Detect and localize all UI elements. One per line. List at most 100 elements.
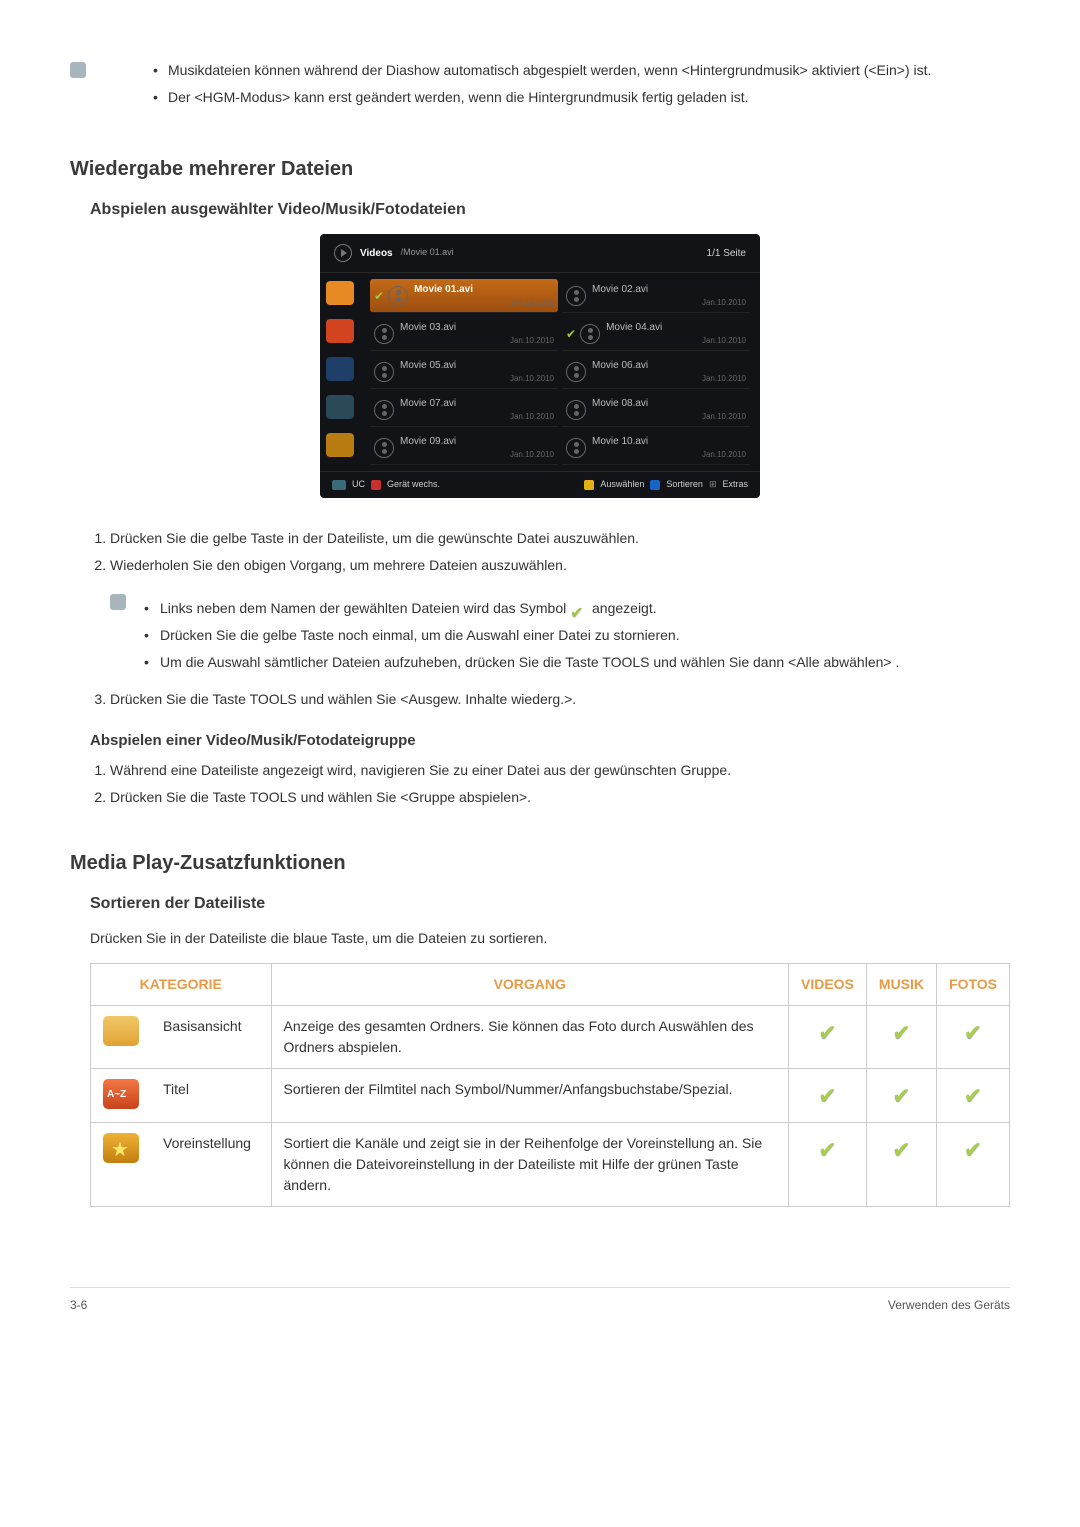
top-notes-list: Musikdateien können während der Diashow …	[118, 60, 931, 114]
th-videos: VIDEOS	[789, 964, 867, 1006]
file-date: Jan.10.2010	[400, 411, 554, 423]
sidebar	[320, 273, 360, 471]
file-name: Movie 10.avi	[592, 434, 746, 449]
az-sort-icon	[326, 319, 354, 343]
file-date: Jan.10.2010	[400, 373, 554, 385]
file-date: Jan.10.2010	[592, 449, 746, 461]
th-music: MUSIK	[866, 964, 936, 1006]
note-item: Der <HGM-Modus> kann erst geändert werde…	[118, 87, 931, 108]
note-icon	[70, 62, 86, 78]
sort-label: Sortieren	[666, 478, 703, 492]
select-label: Auswählen	[600, 478, 644, 492]
table-row: BasisansichtAnzeige des gesamten Ordners…	[91, 1006, 1010, 1069]
file-item: Movie 03.aviJan.10.2010	[370, 317, 558, 351]
check-icon	[892, 1090, 910, 1106]
device-change-label: Gerät wechs.	[387, 478, 440, 492]
page-number: 3-6	[70, 1296, 87, 1314]
steps-list-1b: Drücken Sie die Taste TOOLS und wählen S…	[70, 689, 1010, 710]
note-item: Links neben dem Namen der gewählten Date…	[138, 598, 899, 619]
folder-icon	[326, 281, 354, 305]
play-icon	[334, 244, 352, 262]
file-name: Movie 06.avi	[592, 358, 746, 373]
file-date: Jan.10.2010	[400, 335, 554, 347]
file-name: Movie 09.avi	[400, 434, 554, 449]
file-item: ✔Movie 01.aviJan.10.2010	[370, 279, 558, 313]
reel-icon	[388, 286, 408, 306]
operation-desc: Sortiert die Kanäle und zeigt sie in der…	[271, 1123, 789, 1207]
check-icon	[964, 1144, 982, 1160]
file-item: Movie 09.aviJan.10.2010	[370, 431, 558, 465]
check-icon	[570, 602, 588, 616]
file-grid: ✔Movie 01.aviJan.10.2010Movie 02.aviJan.…	[360, 273, 760, 471]
section-desc: Drücken Sie in der Dateiliste die blaue …	[90, 928, 990, 949]
sort-table: KATEGORIE VORGANG VIDEOS MUSIK FOTOS Bas…	[90, 963, 1010, 1207]
category-name: Voreinstellung	[151, 1123, 271, 1207]
operation-desc: Anzeige des gesamten Ordners. Sie können…	[271, 1006, 789, 1069]
reel-icon	[374, 438, 394, 458]
file-name: Movie 03.avi	[400, 320, 554, 335]
check-icon	[964, 1090, 982, 1106]
red-button-icon	[371, 480, 381, 490]
reel-icon	[566, 400, 586, 420]
check-icon	[818, 1090, 836, 1106]
file-date: Jan.10.2010	[592, 373, 746, 385]
file-date: Jan.10.2010	[400, 449, 554, 461]
check-icon	[964, 1027, 982, 1043]
file-item: Movie 08.aviJan.10.2010	[562, 393, 750, 427]
file-item: Movie 07.aviJan.10.2010	[370, 393, 558, 427]
step-item: Drücken Sie die Taste TOOLS und wählen S…	[110, 787, 1010, 808]
file-item: ✔ Movie 04.aviJan.10.2010	[562, 317, 750, 351]
note-item: Musikdateien können während der Diashow …	[118, 60, 931, 81]
file-item: Movie 05.aviJan.10.2010	[370, 355, 558, 389]
section-subtitle: Abspielen ausgewählter Video/Musik/Fotod…	[90, 198, 1010, 222]
group-title: Abspielen einer Video/Musik/Fotodateigru…	[90, 730, 1010, 753]
file-date: Jan.10.2010	[606, 335, 746, 347]
favorite-icon	[326, 433, 354, 457]
blue-button-icon	[650, 480, 660, 490]
check-icon: ✔	[374, 287, 384, 305]
step-item: Drücken Sie die Taste TOOLS und wählen S…	[110, 689, 1010, 710]
step-item: Während eine Dateiliste angezeigt wird, …	[110, 760, 1010, 781]
operation-desc: Sortieren der Filmtitel nach Symbol/Numm…	[271, 1069, 789, 1123]
folder-icon	[103, 1016, 139, 1046]
step-item: Drücken Sie die gelbe Taste in der Datei…	[110, 528, 1010, 549]
breadcrumb: /Movie 01.avi	[401, 246, 454, 260]
star-icon	[103, 1133, 139, 1163]
th-operation: VORGANG	[271, 964, 789, 1006]
check-icon	[818, 1144, 836, 1160]
reel-icon	[374, 362, 394, 382]
file-browser-screenshot: Videos /Movie 01.avi 1/1 Seite ✔Movie 01…	[320, 234, 760, 498]
check-icon: ✔	[566, 325, 576, 343]
th-photos: FOTOS	[937, 964, 1010, 1006]
calendar-icon	[326, 357, 354, 381]
section-title: Media Play-Zusatzfunktionen	[70, 848, 1010, 878]
reel-icon	[374, 324, 394, 344]
page-indicator: 1/1 Seite	[707, 246, 746, 261]
file-name: Movie 05.avi	[400, 358, 554, 373]
device-icon	[332, 480, 346, 490]
category-name: Basisansicht	[151, 1006, 271, 1069]
inner-notes: Links neben dem Namen der gewählten Date…	[138, 592, 899, 679]
file-item: Movie 02.aviJan.10.2010	[562, 279, 750, 313]
reel-icon	[566, 438, 586, 458]
file-name: Movie 07.avi	[400, 396, 554, 411]
file-item: Movie 10.aviJan.10.2010	[562, 431, 750, 465]
extras-label: Extras	[722, 478, 748, 492]
file-name: Movie 04.avi	[606, 320, 746, 335]
note-icon	[110, 594, 126, 610]
yellow-button-icon	[584, 480, 594, 490]
az-icon	[103, 1079, 139, 1109]
device-btn: UC	[352, 478, 365, 492]
table-row: TitelSortieren der Filmtitel nach Symbol…	[91, 1069, 1010, 1123]
reel-icon	[374, 400, 394, 420]
file-date: Jan.10.2010	[592, 411, 746, 423]
step-item: Wiederholen Sie den obigen Vorgang, um m…	[110, 555, 1010, 576]
table-row: VoreinstellungSortiert die Kanäle und ze…	[91, 1123, 1010, 1207]
reel-icon	[566, 362, 586, 382]
category-label: Videos	[360, 246, 393, 261]
footer-right: Verwenden des Geräts	[888, 1296, 1010, 1314]
note-item: Drücken Sie die gelbe Taste noch einmal,…	[138, 625, 899, 646]
check-icon	[892, 1144, 910, 1160]
file-name: Movie 08.avi	[592, 396, 746, 411]
group-steps: Während eine Dateiliste angezeigt wird, …	[70, 760, 1010, 808]
